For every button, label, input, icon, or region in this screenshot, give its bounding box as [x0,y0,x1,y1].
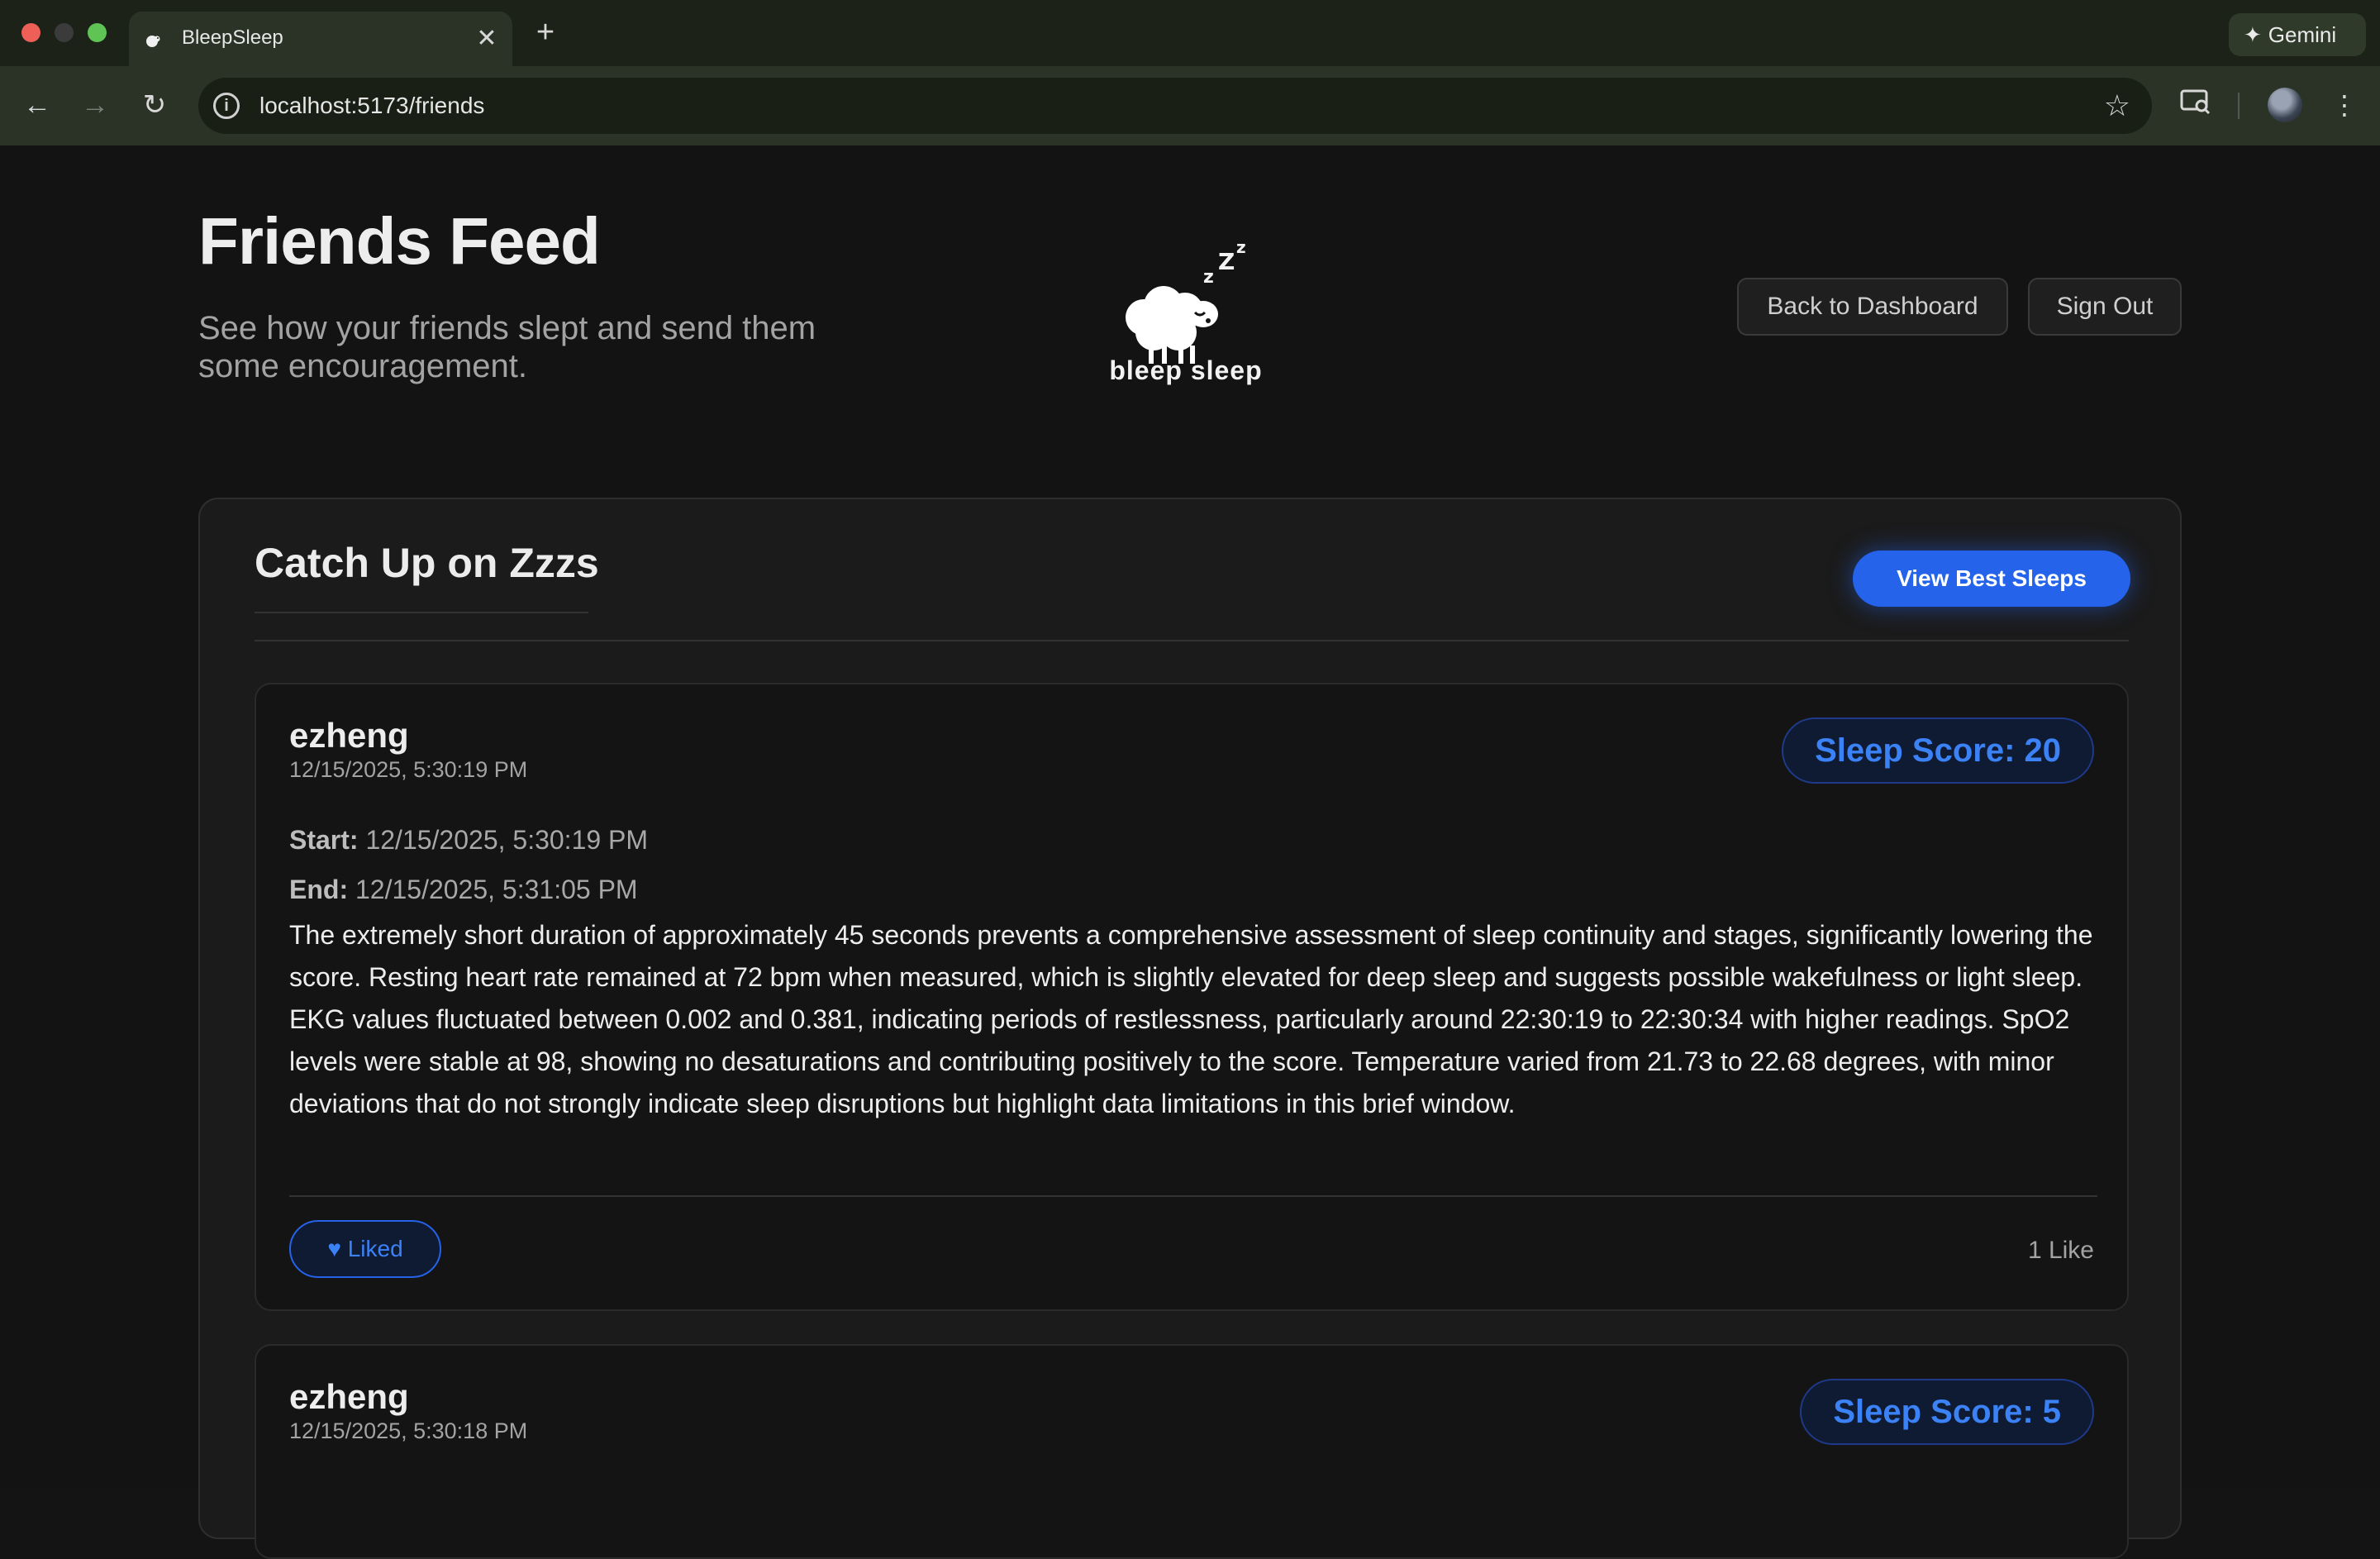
post-username[interactable]: ezheng [289,1377,409,1417]
url-text[interactable]: localhost:5173/friends [259,89,484,122]
page-title: Friends Feed [198,204,601,278]
svg-text:z: z [1203,267,1214,288]
sleep-post: ezheng 12/15/2025, 5:30:18 PM Sleep Scor… [255,1344,2129,1559]
logo-text: bleep sleep [1109,355,1263,385]
gemini-label: Gemini [2268,22,2337,47]
like-button-label: Liked [347,1236,403,1261]
sleep-post: ezheng 12/15/2025, 5:30:19 PM Sleep Scor… [255,683,2129,1311]
address-bar[interactable]: i localhost:5173/friends ☆ [198,78,2152,134]
post-divider [289,1195,2097,1197]
sheep-favicon-icon [146,36,160,47]
feed-divider [255,640,2129,641]
browser-tab-strip: BleepSleep ✕ + ✦ Gemini [0,0,2380,66]
profile-avatar[interactable] [2268,88,2302,122]
friends-feed-card: Catch Up on Zzzs View Best Sleeps ezheng… [198,498,2182,1559]
window-zoom-button[interactable] [88,23,107,42]
like-button[interactable]: ♥ Liked [289,1220,441,1278]
sleep-score-badge: Sleep Score: 5 [1800,1379,2094,1445]
end-value: 12/15/2025, 5:31:05 PM [355,875,638,904]
screen-search-icon[interactable] [2178,88,2213,124]
back-to-dashboard-button[interactable]: Back to Dashboard [1737,278,2008,336]
gemini-button[interactable]: ✦ Gemini [2229,13,2366,56]
browser-toolbar: ← → ↻ i localhost:5173/friends ☆ ⋮ [0,66,2380,145]
toolbar-divider [2238,93,2240,119]
reload-icon[interactable]: ↻ [137,88,172,122]
forward-arrow-icon[interactable]: → [78,88,112,122]
like-count: 1 Like [2027,1237,2094,1264]
tab-close-icon[interactable]: ✕ [474,26,499,51]
feed-title: Catch Up on Zzzs [255,540,599,586]
sleep-analysis-text: The extremely short duration of approxim… [289,920,2093,1118]
window-minimize-button[interactable] [55,23,74,42]
post-timestamp: 12/15/2025, 5:30:19 PM [289,757,528,782]
kebab-menu-icon[interactable]: ⋮ [2327,88,2362,122]
sign-out-button[interactable]: Sign Out [2028,278,2182,336]
window-close-button[interactable] [21,23,40,42]
svg-text:Z: Z [1218,248,1235,275]
browser-tab-active[interactable]: BleepSleep ✕ [129,12,512,66]
svg-text:z: z [1236,237,1246,257]
heart-icon: ♥ [327,1236,341,1261]
sleep-end-line: End: 12/15/2025, 5:31:05 PM [289,875,638,905]
page-subtitle: See how your friends slept and send them… [198,310,816,384]
page-content: Friends Feed See how your friends slept … [0,145,2380,1559]
view-best-sleeps-button[interactable]: View Best Sleeps [1853,551,2130,607]
sleep-score-badge: Sleep Score: 20 [1782,718,2094,784]
gemini-spark-icon: ✦ [2244,22,2262,47]
start-value: 12/15/2025, 5:30:19 PM [365,825,649,855]
post-timestamp: 12/15/2025, 5:30:18 PM [289,1418,528,1443]
info-icon[interactable]: i [213,93,240,119]
new-tab-button[interactable]: + [529,17,562,50]
feed-title-underline [255,612,588,613]
post-username[interactable]: ezheng [289,716,409,756]
tab-title: BleepSleep [182,26,283,49]
back-arrow-icon[interactable]: ← [20,88,55,122]
end-label: End: [289,875,349,904]
star-icon[interactable]: ☆ [2104,89,2130,122]
sleep-start-line: Start: 12/15/2025, 5:30:19 PM [289,825,648,856]
start-label: Start: [289,825,359,855]
